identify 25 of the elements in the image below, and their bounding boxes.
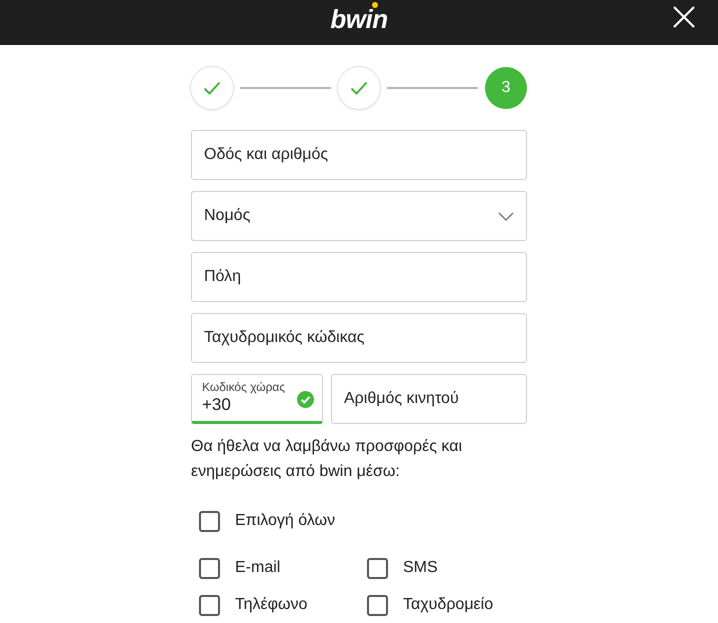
bwin-logo[interactable]: bwin [330,6,388,32]
consent-text: Θα ήθελα να λαμβάνω προσφορές και ενημερώσεις από bwin μέσω: [191,437,464,482]
checkbox[interactable] [199,594,220,616]
checkbox[interactable] [367,594,388,616]
checkbox[interactable] [199,558,220,578]
checkbox-label[interactable]: SMS [403,556,438,580]
country-code-field[interactable]: Κωδικός χώρας +30 [191,374,323,424]
valid-check-icon [297,391,314,408]
checkbox-label[interactable]: Επιλογή όλων [235,509,336,533]
chevron-down-icon [498,212,514,220]
region-select[interactable]: Νομός [191,191,527,241]
logo-dot-icon [372,2,378,8]
step-check-icon [203,81,221,95]
checkbox-label[interactable]: E-mail [235,556,280,580]
current-step: 3 [485,67,527,109]
close-icon[interactable] [673,6,695,28]
text-input[interactable]: Πόλη [191,252,527,302]
text-input[interactable]: Ταχυδρομικός κώδικας [191,313,527,363]
checkbox-label[interactable]: Τηλέφωνο [235,593,308,617]
checkbox-label[interactable]: Ταχυδρομείο [403,593,494,617]
checkbox[interactable] [367,558,388,578]
step-check-icon [350,81,368,95]
text-input[interactable]: Οδός και αριθμός [191,130,527,180]
phone-number-input[interactable]: Αριθμός κινητού [331,374,527,424]
checkbox[interactable] [199,510,220,532]
